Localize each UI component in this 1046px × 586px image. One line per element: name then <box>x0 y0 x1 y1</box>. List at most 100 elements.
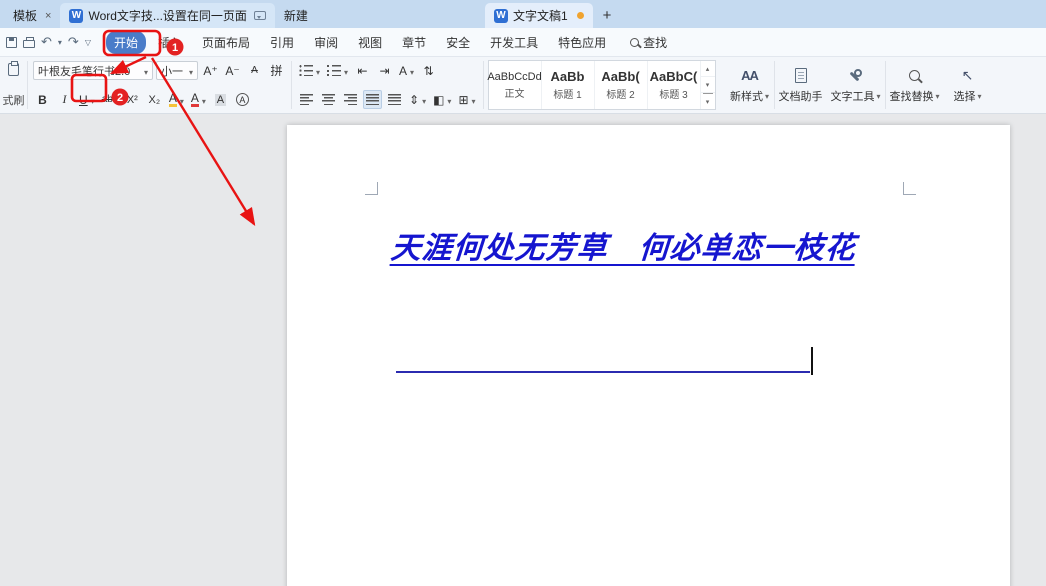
bold-button[interactable]: B <box>33 90 52 109</box>
enclosed-character-icon: A <box>236 93 249 106</box>
bullet-list-button[interactable] <box>297 61 322 80</box>
grow-font-button[interactable]: A⁺ <box>201 61 220 80</box>
decrease-indent-button[interactable]: ⇤ <box>353 61 372 80</box>
character-scale-button[interactable]: A <box>397 61 416 80</box>
align-right-button[interactable] <box>341 90 360 109</box>
style-heading-2[interactable]: AaBb( 标题 2 <box>595 61 648 109</box>
text-tools-button[interactable]: 文字工具 <box>827 57 885 113</box>
group-separator <box>483 61 484 109</box>
chevron-down-icon <box>142 64 148 78</box>
enclose-characters-button[interactable]: A <box>233 90 252 109</box>
borders-icon: ⊞ <box>458 93 468 107</box>
numbered-list-button[interactable] <box>325 61 350 80</box>
print-icon[interactable] <box>23 33 35 51</box>
find-replace-button[interactable]: 查找替换 <box>886 57 944 113</box>
menu-tab-insert[interactable]: 插入 <box>150 31 190 54</box>
highlight-color-button[interactable]: A <box>167 90 186 109</box>
tab-bar: 模板 × W Word文字技...设置在同一页面 新建 W 文字文稿1 + <box>0 0 1046 28</box>
font-color-icon: A <box>191 93 199 107</box>
align-center-button[interactable] <box>319 90 338 109</box>
menu-tab-references[interactable]: 引用 <box>262 31 302 54</box>
shading-button[interactable]: ◧ <box>431 90 453 109</box>
clear-format-button[interactable]: A <box>245 61 264 80</box>
menu-tab-view[interactable]: 视图 <box>350 31 390 54</box>
font-name-combo[interactable]: 叶根友毛笔行书2.0 <box>33 61 153 80</box>
underline-button[interactable]: U <box>77 90 97 109</box>
document-assistant-button[interactable]: 文档助手 <box>775 57 827 113</box>
distribute-icon <box>388 94 401 105</box>
numbered-list-icon <box>327 65 341 76</box>
font-name-value: 叶根友毛笔行书2.0 <box>38 63 130 79</box>
new-style-button[interactable]: AA 新样式 <box>726 57 774 113</box>
tab-word-article[interactable]: W Word文字技...设置在同一页面 <box>60 3 274 28</box>
wps-writer-window: 模板 × W Word文字技...设置在同一页面 新建 W 文字文稿1 + ↶ … <box>0 0 1046 114</box>
chevron-down-icon <box>976 90 982 102</box>
distribute-button[interactable] <box>385 90 404 109</box>
find-command[interactable]: 查找 <box>630 34 667 51</box>
style-heading-1[interactable]: AaBb 标题 1 <box>542 61 595 109</box>
redo-icon[interactable]: ↷ <box>68 33 79 51</box>
increase-indent-button[interactable]: ⇥ <box>375 61 394 80</box>
subscript-button[interactable]: X₂ <box>145 90 164 109</box>
close-icon[interactable]: × <box>45 10 51 22</box>
document-heading-text[interactable]: 天涯何处无芳草 何必单恋一枝花 <box>389 223 857 267</box>
search-icon <box>909 70 920 81</box>
select-button[interactable]: ↖ 选择 <box>944 57 992 113</box>
comment-icon[interactable] <box>254 11 266 20</box>
find-command-label: 查找 <box>643 34 667 51</box>
menu-tab-page-layout[interactable]: 页面布局 <box>194 31 258 54</box>
quick-access-toolbar: ↶ ▾ ↷ ▽ <box>6 33 106 51</box>
undo-history-caret-icon[interactable]: ▾ <box>58 33 62 51</box>
text-tools-label: 文字工具 <box>831 88 875 104</box>
tab-new[interactable]: 新建 <box>275 3 317 28</box>
align-center-icon <box>322 94 335 105</box>
borders-button[interactable]: ⊞ <box>456 90 477 109</box>
character-shading-button[interactable]: A <box>211 90 230 109</box>
menu-bar: ↶ ▾ ↷ ▽ 开始 插入 页面布局 引用 审阅 视图 章节 安全 开发工具 特… <box>0 28 1046 57</box>
gallery-scroll-down-icon[interactable]: ▾ <box>701 77 715 93</box>
chevron-down-icon <box>875 90 881 102</box>
document-canvas[interactable]: 天涯何处无芳草 何必单恋一枝花 <box>0 115 1046 586</box>
paragraph-group: ⇤ ⇥ A ⇅ ⇕ ◧ <box>292 57 483 113</box>
font-group: 叶根友毛笔行书2.0 小一 A⁺ A⁻ A 拼 B I U ab <box>28 57 291 113</box>
menu-tab-security[interactable]: 安全 <box>438 31 478 54</box>
menu-tab-review[interactable]: 审阅 <box>306 31 346 54</box>
phonetic-guide-button[interactable]: 拼 <box>267 61 286 80</box>
style-preview: AaBb <box>551 69 585 84</box>
style-heading-3[interactable]: AaBbC( 标题 3 <box>648 61 701 109</box>
chevron-down-icon <box>420 93 426 107</box>
document-page[interactable]: 天涯何处无芳草 何必单恋一枝花 <box>287 125 1010 586</box>
menu-tab-home[interactable]: 开始 <box>106 31 146 54</box>
style-label: 标题 1 <box>553 86 581 101</box>
tab-template[interactable]: 模板 × <box>4 3 60 28</box>
line-spacing-button[interactable]: ⇕ <box>407 90 428 109</box>
save-icon[interactable] <box>6 33 17 51</box>
tab-active-document[interactable]: W 文字文稿1 <box>485 3 593 28</box>
format-painter-button[interactable]: 式刷 <box>0 57 27 113</box>
gallery-scroll-up-icon[interactable]: ▴ <box>701 61 715 77</box>
font-size-combo[interactable]: 小一 <box>156 61 198 80</box>
undo-icon[interactable]: ↶ <box>41 33 52 51</box>
align-left-button[interactable] <box>297 90 316 109</box>
strikethrough-button[interactable]: abc <box>100 90 120 109</box>
character-shading-icon: A <box>215 94 226 106</box>
wrench-icon <box>849 69 862 82</box>
menu-tab-dev-tools[interactable]: 开发工具 <box>482 31 546 54</box>
superscript-button[interactable]: X² <box>123 90 142 109</box>
tab-template-label: 模板 <box>13 7 37 24</box>
italic-button[interactable]: I <box>55 90 74 109</box>
menu-tab-section[interactable]: 章节 <box>394 31 434 54</box>
gallery-more-icon[interactable]: ▾ <box>703 93 713 109</box>
sort-button[interactable]: ⇅ <box>419 61 438 80</box>
style-normal[interactable]: AaBbCcDd 正文 <box>489 61 542 109</box>
shading-icon: ◧ <box>433 93 444 107</box>
font-color-button[interactable]: A <box>189 90 208 109</box>
justify-button[interactable] <box>363 90 382 109</box>
new-tab-button[interactable]: + <box>593 3 622 28</box>
style-preview: AaBbC( <box>650 69 698 84</box>
toolbar-options-caret-icon[interactable]: ▽ <box>85 33 91 51</box>
menu-tab-special-apps[interactable]: 特色应用 <box>550 31 614 54</box>
shrink-font-button[interactable]: A⁻ <box>223 61 242 80</box>
chevron-down-icon <box>408 64 414 78</box>
menu-items: 开始 插入 页面布局 引用 审阅 视图 章节 安全 开发工具 特色应用 <box>106 31 614 54</box>
